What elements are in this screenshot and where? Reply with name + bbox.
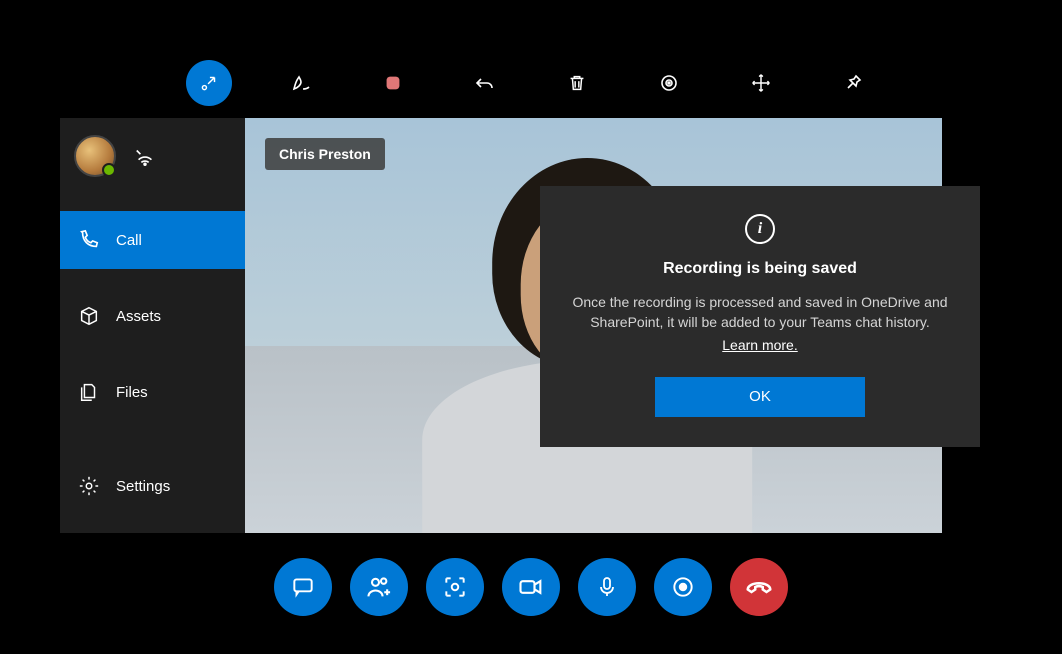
- dialog-title: Recording is being saved: [663, 260, 857, 278]
- sidebar-item-settings[interactable]: Settings: [60, 457, 245, 515]
- sidebar: Call Assets Files: [60, 118, 245, 533]
- screenshot-button[interactable]: [426, 558, 484, 616]
- sidebar-item-label: Settings: [116, 478, 170, 495]
- files-icon: [78, 381, 100, 403]
- stop-record-icon[interactable]: [370, 60, 416, 106]
- target-icon[interactable]: [646, 60, 692, 106]
- collapse-button[interactable]: [186, 60, 232, 106]
- mic-toggle-button[interactable]: [578, 558, 636, 616]
- top-toolbar: [0, 60, 1062, 106]
- call-controls: [0, 558, 1062, 616]
- recording-saved-dialog: i Recording is being saved Once the reco…: [540, 186, 980, 447]
- presence-indicator: [102, 163, 116, 177]
- sidebar-item-files[interactable]: Files: [60, 363, 245, 421]
- hangup-button[interactable]: [730, 558, 788, 616]
- wifi-icon: [134, 145, 156, 167]
- participant-name-tag: Chris Preston: [265, 138, 385, 170]
- phone-icon: [78, 229, 100, 251]
- chat-button[interactable]: [274, 558, 332, 616]
- box-icon: [78, 305, 100, 327]
- sidebar-item-label: Call: [116, 232, 142, 249]
- sidebar-item-call[interactable]: Call: [60, 211, 245, 269]
- undo-icon[interactable]: [462, 60, 508, 106]
- info-icon: i: [745, 214, 775, 244]
- record-button[interactable]: [654, 558, 712, 616]
- video-toggle-button[interactable]: [502, 558, 560, 616]
- move-icon[interactable]: [738, 60, 784, 106]
- sidebar-item-label: Files: [116, 384, 148, 401]
- gear-icon: [78, 475, 100, 497]
- pen-icon[interactable]: [278, 60, 324, 106]
- user-avatar[interactable]: [74, 135, 116, 177]
- learn-more-link[interactable]: Learn more.: [722, 337, 797, 353]
- trash-icon[interactable]: [554, 60, 600, 106]
- dialog-body: Once the recording is processed and save…: [568, 292, 952, 333]
- sidebar-item-label: Assets: [116, 308, 161, 325]
- pin-icon[interactable]: [830, 60, 876, 106]
- sidebar-item-assets[interactable]: Assets: [60, 287, 245, 345]
- add-participant-button[interactable]: [350, 558, 408, 616]
- ok-button[interactable]: OK: [655, 377, 865, 417]
- sidebar-header: [60, 118, 245, 193]
